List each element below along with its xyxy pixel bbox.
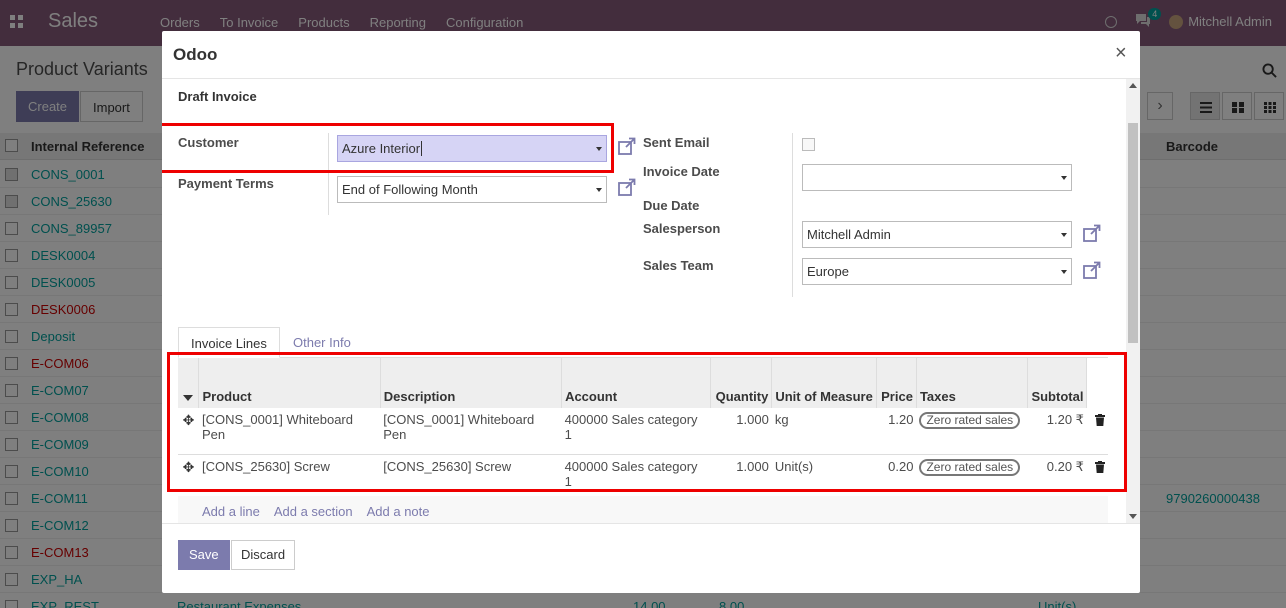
scroll-up-icon[interactable]	[1129, 83, 1137, 88]
save-button[interactable]: Save	[178, 540, 230, 570]
trash-column	[1086, 358, 1108, 408]
line-taxes[interactable]: Zero rated sales	[916, 454, 1028, 501]
salesperson-value: Mitchell Admin	[807, 227, 891, 242]
line-account[interactable]: 400000 Sales category 1	[561, 454, 711, 501]
line-subtotal: 0.20 ₹	[1027, 454, 1087, 501]
trash-cell	[1086, 408, 1108, 455]
dialog-scrollbar[interactable]	[1126, 79, 1140, 523]
line-product[interactable]: [CONS_0001] Whiteboard Pen	[198, 408, 381, 455]
tax-tag: Zero rated sales	[919, 458, 1021, 476]
due-date-label: Due Date	[643, 198, 700, 213]
chevron-down-icon[interactable]	[596, 188, 602, 192]
drag-handle-icon[interactable]: ✥	[183, 459, 195, 475]
customer-value: Azure Interior	[342, 141, 421, 156]
table-row[interactable]: ✥ [CONS_25630] Screw [CONS_25630] Screw …	[178, 454, 1108, 501]
line-quantity[interactable]: 1.000	[710, 408, 772, 455]
tab-other-info[interactable]: Other Info	[281, 327, 363, 358]
dialog-title: Odoo	[173, 45, 218, 64]
column-description[interactable]: Description	[380, 358, 563, 408]
add-section-link[interactable]: Add a section	[274, 504, 353, 519]
add-line-link[interactable]: Add a line	[202, 504, 260, 519]
line-subtotal: 1.20 ₹	[1027, 408, 1087, 455]
dialog-body: Draft Invoice Customer Payment Terms Azu…	[162, 79, 1140, 523]
external-link-icon[interactable]	[618, 178, 636, 196]
line-price[interactable]: 0.20	[876, 454, 917, 501]
column-quantity[interactable]: Quantity	[710, 358, 773, 408]
chevron-down-icon[interactable]	[596, 147, 602, 151]
external-link-icon[interactable]	[1083, 224, 1101, 242]
column-price[interactable]: Price	[876, 358, 917, 408]
handle-column	[178, 358, 200, 408]
line-description[interactable]: [CONS_25630] Screw	[380, 454, 562, 501]
chevron-down-icon[interactable]	[1061, 176, 1067, 180]
payment-terms-value: End of Following Month	[342, 182, 478, 197]
scroll-thumb[interactable]	[1128, 123, 1138, 343]
caret-down-icon[interactable]	[183, 395, 194, 401]
line-taxes[interactable]: Zero rated sales	[916, 408, 1028, 455]
invoice-lines-table: Product Description Account Quantity Uni…	[178, 358, 1108, 501]
trash-icon[interactable]	[1094, 460, 1105, 473]
column-taxes[interactable]: Taxes	[916, 358, 1029, 408]
discard-button[interactable]: Discard	[231, 540, 296, 570]
sent-email-checkbox[interactable]	[802, 138, 815, 151]
drag-handle-icon[interactable]: ✥	[183, 412, 195, 428]
line-quantity[interactable]: 1.000	[710, 454, 772, 501]
column-subtotal[interactable]: Subtotal	[1027, 358, 1088, 408]
invoice-status: Draft Invoice	[178, 89, 257, 104]
add-note-link[interactable]: Add a note	[367, 504, 430, 519]
external-link-icon[interactable]	[1083, 261, 1101, 279]
sales-team-select[interactable]: Europe	[802, 258, 1072, 285]
chevron-down-icon[interactable]	[1061, 270, 1067, 274]
trash-cell	[1086, 454, 1108, 501]
sent-email-label: Sent Email	[643, 135, 710, 150]
dialog-header: Odoo ×	[162, 31, 1140, 79]
external-link-icon[interactable]	[618, 137, 636, 155]
invoice-date-label: Invoice Date	[643, 164, 720, 179]
customer-select[interactable]: Azure Interior	[337, 135, 607, 162]
notebook-tabs: Invoice Lines Other Info	[178, 327, 1108, 358]
dialog-footer: Save Discard	[162, 523, 1140, 593]
add-links: Add a line Add a section Add a note	[202, 504, 430, 519]
tax-tag: Zero rated sales	[919, 412, 1021, 429]
invoice-dialog: Odoo × Draft Invoice Customer Payment Te…	[162, 31, 1140, 593]
column-uom[interactable]: Unit of Measure	[771, 358, 877, 408]
divider	[792, 133, 793, 297]
sales-team-value: Europe	[807, 264, 849, 279]
close-icon[interactable]: ×	[1115, 42, 1127, 65]
line-uom[interactable]: kg	[771, 408, 877, 455]
line-price[interactable]: 1.20	[876, 408, 917, 455]
salesperson-select[interactable]: Mitchell Admin	[802, 221, 1072, 248]
line-product[interactable]: [CONS_25630] Screw	[198, 454, 381, 501]
salesperson-label: Salesperson	[643, 221, 721, 236]
customer-label: Customer	[178, 135, 239, 150]
table-row[interactable]: ✥ [CONS_0001] Whiteboard Pen [CONS_0001]…	[178, 408, 1108, 455]
scroll-down-icon[interactable]	[1129, 514, 1137, 519]
chevron-down-icon[interactable]	[1061, 233, 1067, 237]
column-account[interactable]: Account	[561, 358, 712, 408]
payment-terms-label: Payment Terms	[178, 176, 274, 191]
line-uom[interactable]: Unit(s)	[771, 454, 877, 501]
sales-team-label: Sales Team	[643, 258, 714, 273]
column-product[interactable]: Product	[198, 358, 381, 408]
divider	[328, 133, 329, 215]
trash-icon[interactable]	[1094, 414, 1105, 426]
invoice-date-field[interactable]	[802, 164, 1072, 191]
payment-terms-select[interactable]: End of Following Month	[337, 176, 607, 203]
tab-invoice-lines[interactable]: Invoice Lines	[178, 327, 280, 358]
line-account[interactable]: 400000 Sales category 1	[561, 408, 711, 455]
line-description[interactable]: [CONS_0001] Whiteboard Pen	[380, 408, 562, 455]
